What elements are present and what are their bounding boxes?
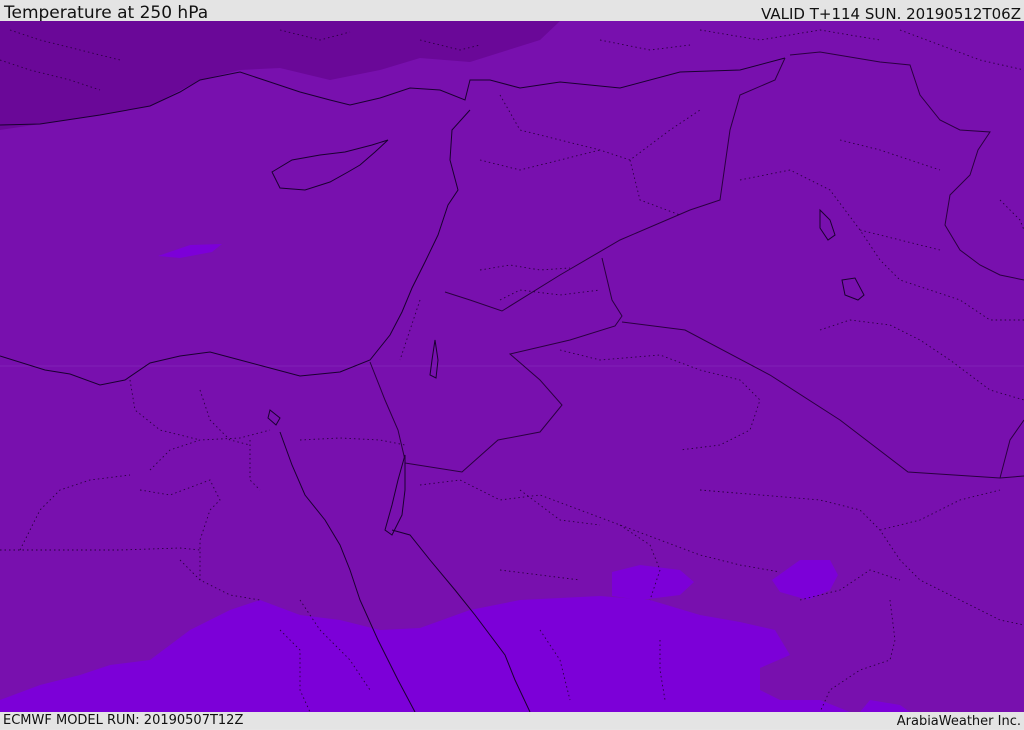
map-canvas	[0, 21, 1024, 712]
header-bar: Temperature at 250 hPa VALID T+114 SUN. …	[0, 0, 1024, 23]
credit-label: ArabiaWeather Inc.	[896, 714, 1021, 729]
weather-map[interactable]	[0, 21, 1024, 712]
model-run-label: ECMWF MODEL RUN: 20190507T12Z	[3, 713, 244, 728]
map-title: Temperature at 250 hPa	[4, 3, 209, 23]
footer-bar: ECMWF MODEL RUN: 20190507T12Z ArabiaWeat…	[0, 712, 1024, 729]
